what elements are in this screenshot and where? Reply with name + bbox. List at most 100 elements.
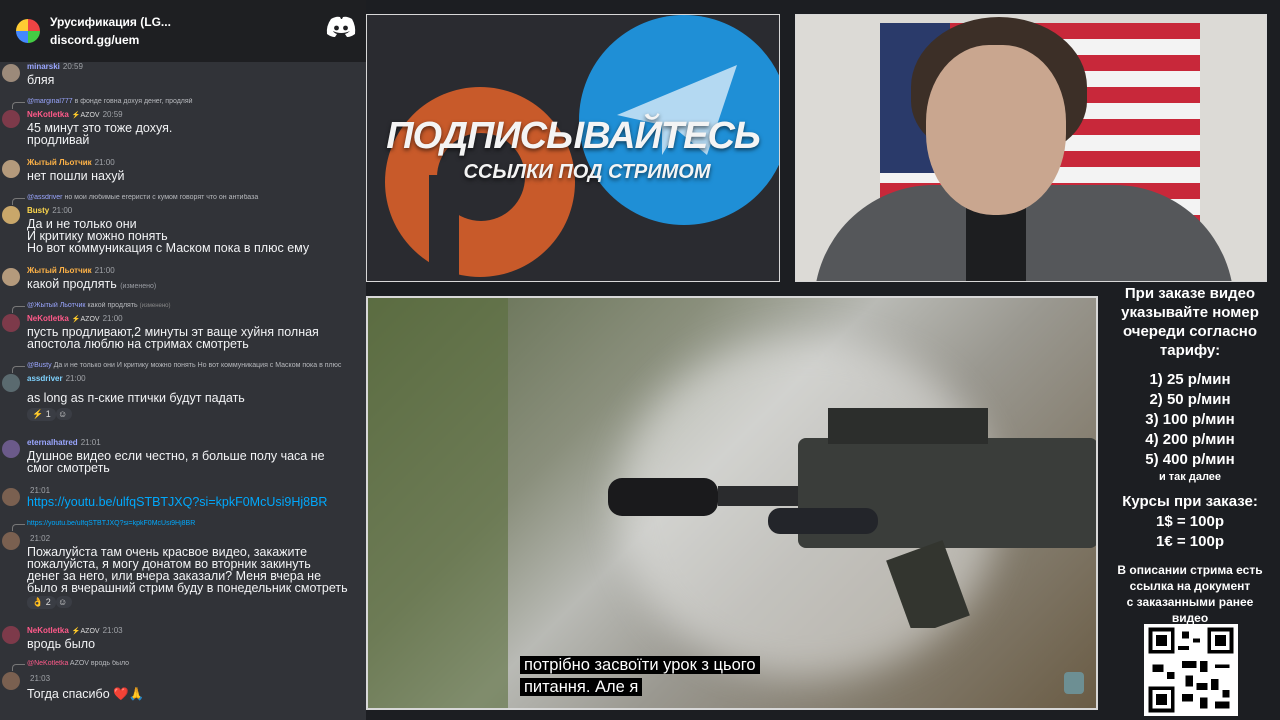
reply-text: в фонде говна дохуя денег, продляй <box>74 98 193 105</box>
message-author[interactable]: Жытый Льотчик <box>27 158 92 167</box>
outro-3: с заказанными ранее <box>1126 595 1254 609</box>
message-author[interactable]: NeKotletka <box>27 314 69 323</box>
message-text: Да и не только они И критику можно понят… <box>27 217 310 255</box>
message-time: 21:03 <box>30 674 51 683</box>
avatar[interactable] <box>2 268 20 286</box>
video-player[interactable]: потрібно засвоїти урок з цього питання. … <box>366 296 1098 710</box>
reply-text: Да и не только они И критику можно понят… <box>53 362 342 369</box>
reaction-badge[interactable]: ⚡ 1 <box>27 408 56 421</box>
avatar[interactable] <box>2 64 20 82</box>
edited-label: (изменено) <box>120 283 157 290</box>
reply-edited: (изменено) <box>139 303 171 309</box>
reply-text: но мои любимые егеристи с кумом говорят … <box>64 194 259 201</box>
message-text: пусть продливают,2 минуты эт ваще хуйня … <box>27 325 319 351</box>
message-link[interactable]: https://youtu.be/ulfqSTBTJXQ?si=kpkF0McU… <box>27 496 365 509</box>
message-text: Тогда спасибо ❤️🙏 <box>27 687 145 701</box>
chat-header: Урусификация (LG... discord.gg/uem <box>0 0 366 62</box>
message-time: 21:02 <box>30 534 51 543</box>
avatar[interactable] <box>2 206 20 224</box>
outro-2: ссылка на документ <box>1129 579 1251 593</box>
message-author[interactable]: NeKotletka <box>27 110 69 119</box>
message-text: 45 минут это тоже дохуя. продливай <box>27 121 173 147</box>
reply-author: @assdriver <box>27 194 63 201</box>
avatar[interactable] <box>2 110 20 128</box>
message-list: minarski 20:59 бляя @marginal777 в фонде … <box>0 62 366 720</box>
role-badge: ⚡AZOV <box>71 628 100 635</box>
avatar[interactable] <box>2 314 20 332</box>
tariff-3: 3) 100 р/мин <box>1145 411 1235 428</box>
message-text: нет пошли нахуй <box>27 169 125 183</box>
avatar[interactable] <box>2 532 20 550</box>
reply-author: @NeKotletka <box>27 660 69 667</box>
message-author[interactable]: minarski <box>27 62 60 71</box>
message-time: 21:00 <box>94 158 115 167</box>
info-intro-2: указывайте номер <box>1121 304 1259 321</box>
subscribe-banner: ПОДПИСЫВАЙТЕСЬ ССЫЛКИ ПОД СТРИМОМ <box>366 14 780 282</box>
webcam-feed <box>795 14 1267 282</box>
avatar[interactable] <box>2 440 20 458</box>
message-time: 21:01 <box>80 438 101 447</box>
reply-preview[interactable]: @Жытый Льотчик какой продлять (изменено) <box>27 302 365 309</box>
reply-connector <box>12 102 25 109</box>
avatar[interactable] <box>2 160 20 178</box>
avatar[interactable] <box>2 672 20 690</box>
info-intro-1: При заказе видео <box>1124 285 1256 302</box>
message-text: вродь было <box>27 637 96 651</box>
reply-preview[interactable]: @Busty Да и не только они И критику можн… <box>27 362 365 369</box>
avatar[interactable] <box>2 488 20 506</box>
reply-preview[interactable]: https://youtu.be/ulfqSTBTJXQ?si=kpkF0McU… <box>27 520 365 527</box>
message-text: бляя <box>27 73 55 87</box>
reply-text: какой продлять <box>87 302 138 309</box>
foliage <box>368 298 508 708</box>
courses-title: Курсы при заказе: <box>1122 493 1258 510</box>
server-invite[interactable]: discord.gg/uem <box>50 33 171 47</box>
banner-subtitle: ССЫЛКИ ПОД СТРИМОМ <box>463 161 711 183</box>
reply-author: @Жытый Льотчик <box>27 302 86 309</box>
message-time: 21:00 <box>102 314 123 323</box>
message-time: 21:00 <box>52 206 73 215</box>
reaction-count: 2 <box>45 597 51 607</box>
subtitle-line-1: потрібно засвоїти урок з цього <box>520 656 760 674</box>
channel-watermark-icon <box>1064 672 1084 694</box>
message-author[interactable]: Busty <box>27 206 49 215</box>
role-badge: ⚡AZOV <box>71 112 100 119</box>
message-time: 20:59 <box>102 110 123 119</box>
message-time: 20:59 <box>62 62 83 71</box>
message-author[interactable]: Жытый Льотчик <box>27 266 92 275</box>
message-author[interactable]: eternalhatred <box>27 438 78 447</box>
discord-logo-icon <box>326 16 356 37</box>
reply-connector <box>12 524 25 531</box>
message-author[interactable]: NeKotletka <box>27 626 69 635</box>
message-time: 21:00 <box>65 374 86 383</box>
person-face <box>926 45 1066 215</box>
banner-title: ПОДПИСЫВАЙТЕСЬ <box>386 115 761 157</box>
reply-author: @Busty <box>27 362 52 369</box>
info-intro-3: очереди согласно <box>1122 323 1258 340</box>
message-body: какой продлять <box>27 277 117 291</box>
qr-code-icon[interactable] <box>1144 624 1238 716</box>
avatar[interactable] <box>2 374 20 392</box>
server-icon[interactable] <box>16 19 40 43</box>
course-eur: 1€ = 100р <box>1156 533 1224 550</box>
message-text: Пожалуйста там очень красвое видео, зака… <box>27 545 348 595</box>
reply-connector <box>12 306 25 313</box>
avatar[interactable] <box>2 626 20 644</box>
reply-preview[interactable]: @marginal777 в фонде говна дохуя денег, … <box>27 98 365 105</box>
reply-connector <box>12 198 25 205</box>
add-reaction-icon[interactable]: ☺ <box>56 408 72 420</box>
reply-preview[interactable]: @NeKotletka AZOV вродь было <box>27 660 365 667</box>
add-reaction-icon[interactable]: ☺ <box>56 596 72 608</box>
message-time: 21:01 <box>30 486 51 495</box>
rifle-image <box>608 408 1096 628</box>
message-author[interactable]: assdriver <box>27 374 63 383</box>
reply-text: AZOV вродь было <box>69 660 130 667</box>
course-usd: 1$ = 100р <box>1156 513 1224 530</box>
reply-preview[interactable]: @assdriver но мои любимые егеристи с кум… <box>27 194 365 201</box>
reaction-badge[interactable]: 👌 2 <box>27 596 56 609</box>
patreon-logo-stem <box>429 175 459 281</box>
server-name: Урусификация (LG... <box>50 15 171 29</box>
role-badge: ⚡AZOV <box>71 316 100 323</box>
tariff-2: 2) 50 р/мин <box>1149 391 1231 408</box>
tariff-1: 1) 25 р/мин <box>1149 371 1231 388</box>
order-info-panel: При заказе видео указывайте номер очеред… <box>1100 284 1280 626</box>
